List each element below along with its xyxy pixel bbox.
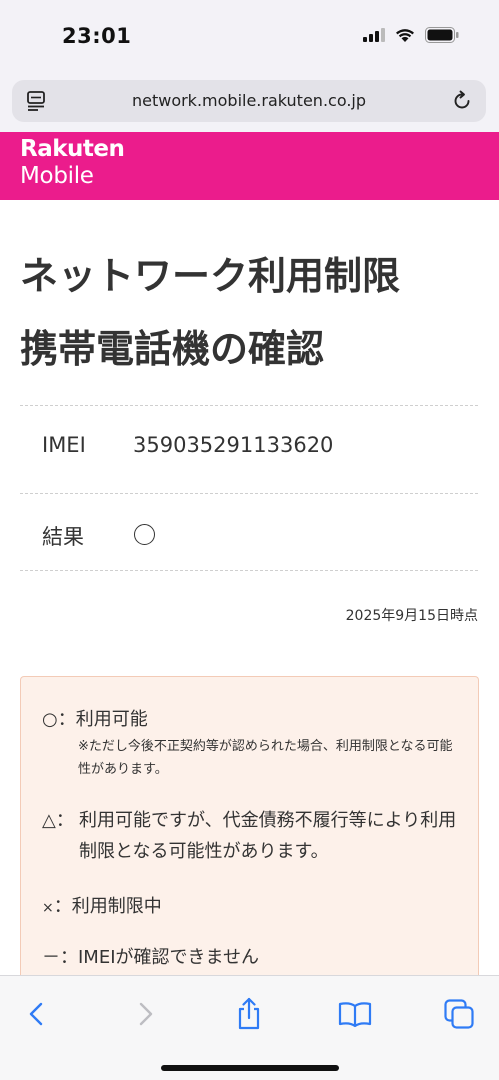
browser-toolbar: [0, 975, 499, 1080]
reload-icon[interactable]: [450, 89, 474, 113]
page-title: ネットワーク利用制限 携帯電話機の確認: [20, 240, 480, 386]
legend-caution-text: 利用可能ですが、代金債務不履行等により利用制限となる可能性があります。: [79, 810, 457, 862]
bookmarks-icon[interactable]: [338, 1000, 372, 1028]
result-row: 結果: [20, 493, 478, 571]
brand-logo-mobile[interactable]: Mobile: [20, 163, 94, 189]
status-bar: 23:01: [0, 0, 499, 70]
tabs-icon[interactable]: [443, 998, 475, 1030]
address-bar[interactable]: network.mobile.rakuten.co.jp: [12, 80, 486, 122]
legend-restricted-text: 利用制限中: [71, 896, 162, 917]
legend-restricted: ×：利用制限中: [42, 896, 162, 917]
legend-caution-symbol: △：: [42, 810, 74, 831]
wifi-icon: [396, 28, 414, 42]
page-title-line2: 携帯電話機の確認: [20, 327, 325, 371]
tabs-button[interactable]: [437, 992, 481, 1036]
legend-caution: △： 利用可能ですが、代金債務不履行等により利用制限となる可能性があります。: [42, 805, 472, 867]
imei-label: IMEI: [42, 433, 86, 457]
legend-available: ○：利用可能: [42, 709, 148, 730]
status-icons: [363, 27, 459, 43]
legend-unknown-text: IMEIが確認できません: [78, 947, 259, 968]
back-icon[interactable]: [25, 1001, 49, 1027]
brand-header: Rakuten Mobile: [0, 132, 499, 200]
imei-value: 359035291133620: [133, 433, 334, 457]
legend-available-symbol: ○: [42, 709, 58, 730]
cellular-signal-icon: [363, 28, 385, 42]
legend-restricted-symbol: ×: [42, 900, 54, 916]
share-button[interactable]: [227, 992, 271, 1036]
home-indicator: [161, 1065, 339, 1071]
result-circle-icon: [134, 524, 155, 545]
legend-available-note: ※ただし今後不正契約等が認められた場合、利用制限となる可能性があります。: [78, 739, 453, 777]
legend-unknown: －：IMEIが確認できません: [42, 947, 259, 968]
status-time: 23:01: [62, 24, 132, 48]
legend-available-text: 利用可能: [75, 709, 148, 730]
back-button[interactable]: [15, 992, 59, 1036]
battery-icon: [425, 27, 459, 43]
forward-button[interactable]: [123, 992, 167, 1036]
legend-box: ○：利用可能 ※ただし今後不正契約等が認められた場合、利用制限となる可能性があり…: [20, 676, 479, 976]
legend-unknown-symbol: －: [42, 947, 60, 968]
forward-icon[interactable]: [133, 1001, 157, 1027]
browser-address-area: network.mobile.rakuten.co.jp: [0, 70, 499, 132]
brand-logo-rakuten[interactable]: Rakuten: [20, 136, 125, 162]
check-timestamp: 2025年9月15日時点: [345, 608, 478, 624]
bookmarks-button[interactable]: [333, 992, 377, 1036]
share-icon[interactable]: [234, 997, 264, 1031]
result-label: 結果: [42, 525, 84, 549]
imei-row: IMEI 359035291133620: [20, 405, 478, 493]
url-text[interactable]: network.mobile.rakuten.co.jp: [12, 91, 486, 110]
page-title-line1: ネットワーク利用制限: [20, 254, 401, 298]
